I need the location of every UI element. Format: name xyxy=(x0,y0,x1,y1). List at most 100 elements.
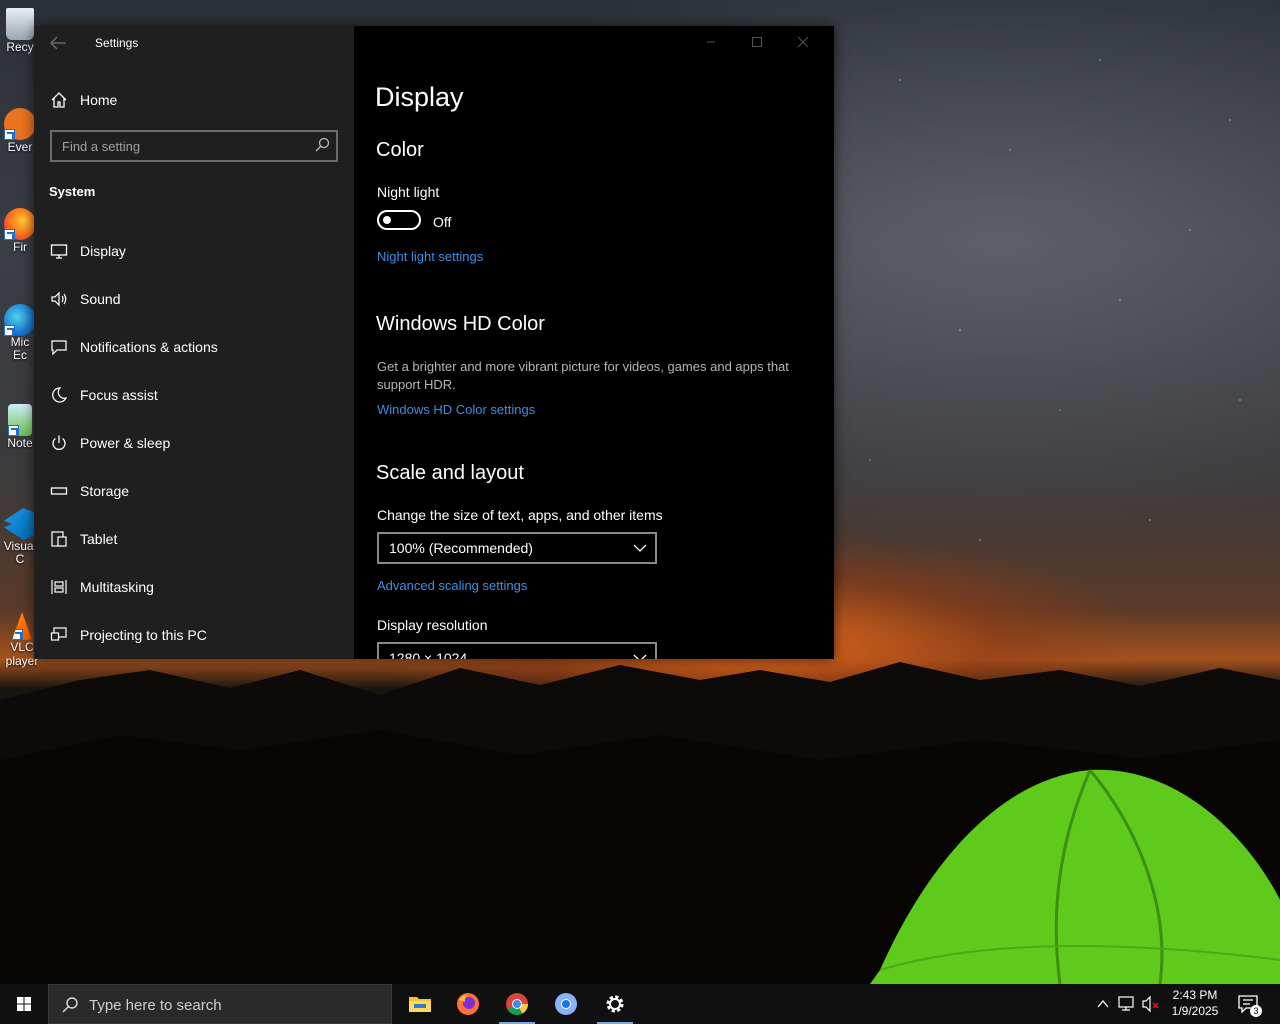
scale-dropdown-value: 100% (Recommended) xyxy=(389,540,533,556)
desktop-icon-vscode[interactable]: Visual C xyxy=(2,508,38,566)
scale-size-label: Change the size of text, apps, and other… xyxy=(377,507,663,523)
hd-color-settings-link[interactable]: Windows HD Color settings xyxy=(377,402,535,417)
notepad-icon xyxy=(8,404,32,436)
sidebar-item-label: Power & sleep xyxy=(80,435,171,451)
sidebar-item-display[interactable]: Display xyxy=(34,231,354,271)
sound-icon xyxy=(51,291,67,307)
notification-count-badge: 3 xyxy=(1250,1005,1262,1017)
clock-date: 1/9/2025 xyxy=(1171,1004,1219,1018)
sidebar-item-label: Home xyxy=(80,92,118,108)
show-hidden-icons-chevron-icon[interactable] xyxy=(1094,984,1112,1024)
advanced-scaling-link[interactable]: Advanced scaling settings xyxy=(377,578,527,593)
desktop-icon-label: Visual C xyxy=(3,540,37,566)
chevron-down-icon xyxy=(633,544,647,552)
sidebar-item-multitasking[interactable]: Multitasking xyxy=(34,567,354,607)
recycle-bin-icon xyxy=(6,8,34,40)
find-setting-search[interactable] xyxy=(50,130,338,162)
search-icon[interactable] xyxy=(314,137,330,153)
firefox-icon xyxy=(4,208,36,240)
edge-icon xyxy=(4,304,36,336)
windows-start-icon[interactable] xyxy=(0,984,48,1024)
desktop-icon-label: Mic Ec xyxy=(10,336,30,362)
vscode-icon xyxy=(4,508,36,540)
taskbar-app-chrome[interactable] xyxy=(493,984,541,1024)
hd-color-description: Get a brighter and more vibrant picture … xyxy=(377,359,789,392)
desktop-icon-recycle-bin[interactable]: Recy xyxy=(2,8,38,54)
night-light-label: Night light xyxy=(377,184,440,200)
resolution-label: Display resolution xyxy=(377,617,488,633)
desktop-icon-everything[interactable]: Ever xyxy=(2,108,38,154)
chrome-icon xyxy=(506,993,528,1015)
clock-time: 2:43 PM xyxy=(1172,988,1218,1002)
tablet-icon xyxy=(51,531,67,547)
color-heading: Color xyxy=(376,139,424,161)
taskbar-search-box[interactable]: Type here to search xyxy=(48,984,392,1024)
network-icon[interactable] xyxy=(1116,984,1138,1024)
taskbar-app-file-explorer[interactable] xyxy=(396,984,444,1024)
window-titlebar[interactable]: Settings xyxy=(34,26,354,60)
sidebar-item-power-sleep[interactable]: Power & sleep xyxy=(34,423,354,463)
find-setting-input[interactable] xyxy=(52,132,302,160)
desktop-icon-label: Ever xyxy=(7,140,33,154)
desktop-icon-notepad[interactable]: Note xyxy=(2,404,38,450)
sidebar-item-label: Tablet xyxy=(80,531,118,547)
night-light-state: Off xyxy=(433,214,452,230)
page-title: Display xyxy=(375,82,464,112)
action-center-button[interactable]: 3 xyxy=(1228,984,1268,1024)
settings-content: Display Color Night light Off Night ligh… xyxy=(354,26,834,659)
night-light-settings-link[interactable]: Night light settings xyxy=(377,249,483,264)
vlc-icon xyxy=(12,612,32,640)
sidebar-item-label: Sound xyxy=(80,291,121,307)
resolution-dropdown[interactable]: 1280 × 1024 xyxy=(377,642,657,659)
toggle-knob xyxy=(383,216,391,224)
firefox-icon xyxy=(457,993,479,1015)
power-icon xyxy=(52,435,66,450)
sidebar-item-label: Storage xyxy=(80,483,130,499)
sidebar-item-focus-assist[interactable]: Focus assist xyxy=(34,375,354,415)
focus-assist-icon xyxy=(52,387,68,403)
chevron-down-icon xyxy=(633,654,647,659)
desktop-icon-label: Recy xyxy=(6,40,34,54)
taskbar-app-chromium[interactable] xyxy=(542,984,590,1024)
night-light-toggle[interactable] xyxy=(377,210,421,230)
sidebar-item-sound[interactable]: Sound xyxy=(34,279,354,319)
taskbar-app-firefox[interactable] xyxy=(444,984,492,1024)
multitasking-icon xyxy=(51,580,67,594)
desktop-icon-label: Fir xyxy=(13,240,27,254)
chromium-icon xyxy=(555,993,577,1015)
desktop-icon-label: Note xyxy=(7,436,33,450)
sidebar-item-tablet[interactable]: Tablet xyxy=(34,519,354,559)
notifications-icon xyxy=(51,340,67,356)
wallpaper-tent xyxy=(870,769,1280,984)
scale-layout-heading: Scale and layout xyxy=(376,462,524,484)
window-controls xyxy=(684,26,834,58)
taskbar: Type here to search 2:43 PM 1/9/2025 3 xyxy=(0,984,1280,1024)
sidebar-item-projecting[interactable]: Projecting to this PC xyxy=(34,615,354,655)
settings-sidebar: Settings Home System Display Sound xyxy=(34,26,354,659)
scale-dropdown[interactable]: 100% (Recommended) xyxy=(377,532,657,564)
hd-color-heading: Windows HD Color xyxy=(376,313,545,335)
resolution-dropdown-value: 1280 × 1024 xyxy=(389,650,468,659)
taskbar-app-settings[interactable] xyxy=(591,984,639,1024)
everything-icon xyxy=(4,108,36,140)
home-icon xyxy=(51,92,67,108)
settings-window: Settings Home System Display Sound xyxy=(34,26,834,659)
sidebar-item-label: Notifications & actions xyxy=(80,339,218,355)
desktop-icon-edge[interactable]: Mic Ec xyxy=(2,304,38,362)
storage-icon xyxy=(50,487,68,495)
maximize-icon[interactable] xyxy=(734,26,780,58)
sidebar-item-notifications[interactable]: Notifications & actions xyxy=(34,327,354,367)
search-icon xyxy=(62,997,78,1013)
sidebar-item-storage[interactable]: Storage xyxy=(34,471,354,511)
taskbar-clock[interactable]: 2:43 PM 1/9/2025 xyxy=(1162,987,1228,1019)
projecting-icon xyxy=(50,627,67,641)
sidebar-section-heading: System xyxy=(49,184,96,199)
close-icon[interactable] xyxy=(780,26,826,58)
sidebar-item-home[interactable]: Home xyxy=(34,82,354,118)
volume-muted-icon[interactable] xyxy=(1140,984,1162,1024)
desktop-icon-firefox[interactable]: Fir xyxy=(2,208,38,254)
sidebar-item-label: Projecting to this PC xyxy=(80,627,207,643)
minimize-icon[interactable] xyxy=(688,26,734,58)
back-arrow-icon[interactable] xyxy=(48,34,68,52)
settings-gear-icon xyxy=(606,995,624,1013)
